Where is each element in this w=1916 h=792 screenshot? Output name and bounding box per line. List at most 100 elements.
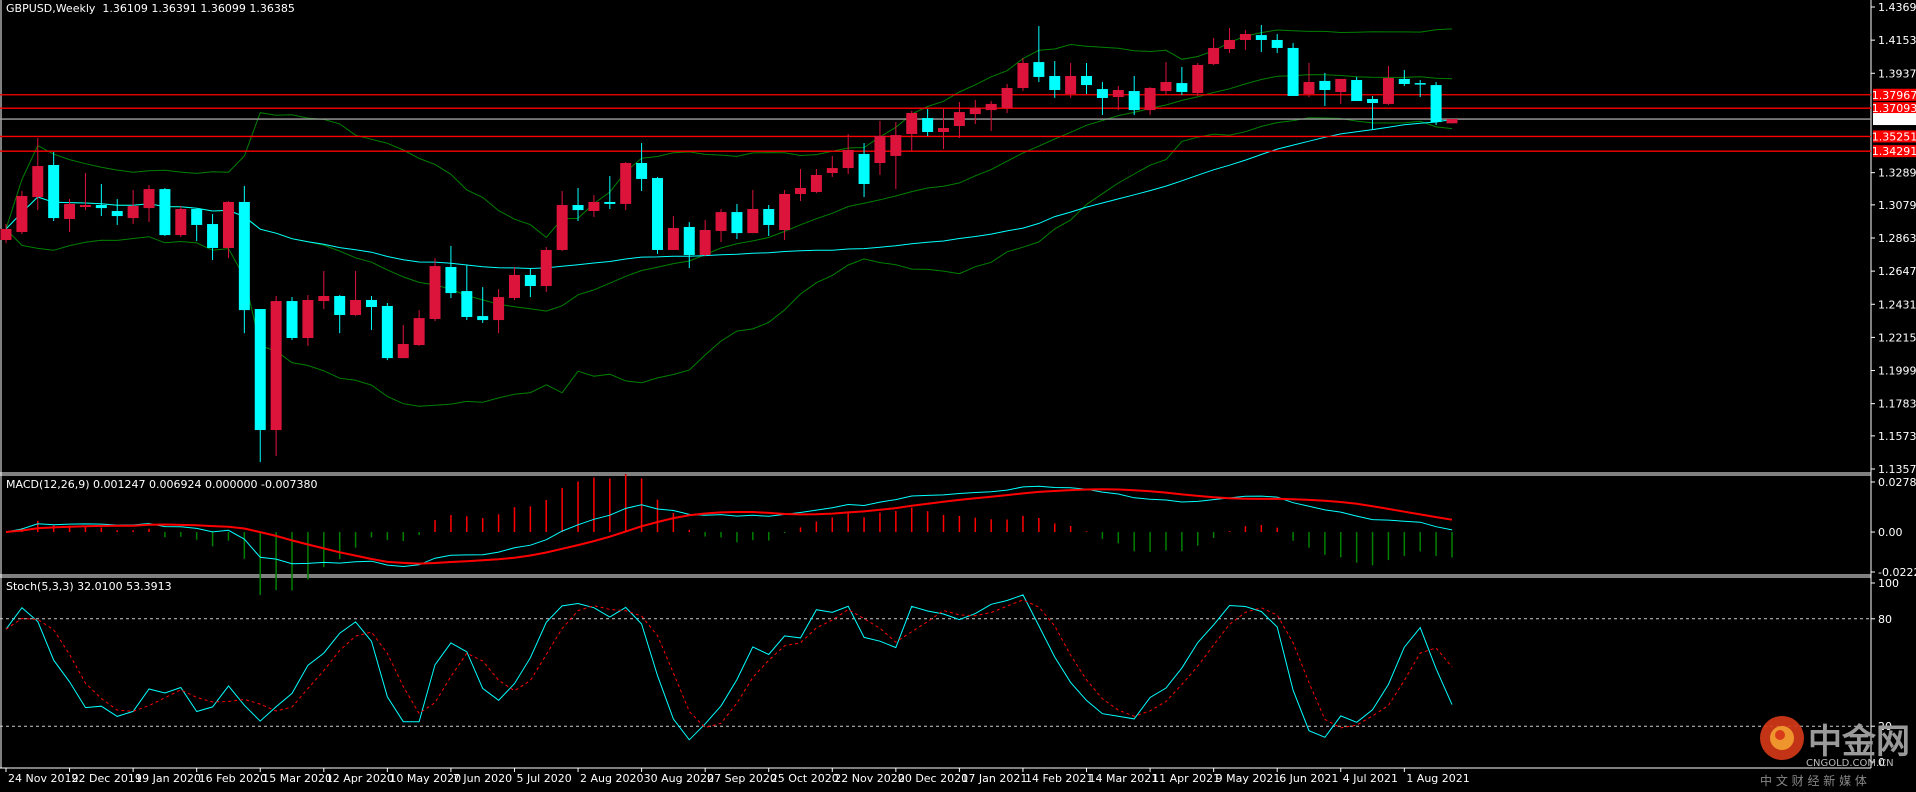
- macd-tick-label: 0.027803: [1878, 476, 1916, 489]
- candle-body: [1001, 87, 1013, 109]
- price-tick-label: 1.22150: [1878, 331, 1916, 344]
- candle-body: [779, 193, 791, 231]
- candle-body: [143, 189, 155, 209]
- candle-body: [1446, 119, 1458, 124]
- candle-bullish: [16, 191, 28, 235]
- candle-body: [381, 305, 393, 359]
- price-tick-label: 1.26470: [1878, 265, 1916, 278]
- stoch-label: Stoch(5,3,3) 32.0100 53.3913: [6, 580, 172, 593]
- candle-body: [0, 228, 12, 240]
- candle-body: [1224, 39, 1236, 50]
- price-tick-label: 1.43690: [1878, 1, 1916, 14]
- candle-body: [1287, 47, 1299, 96]
- candle-body: [715, 212, 727, 231]
- time-tick-label: 16 Feb 2020: [199, 772, 267, 785]
- price-tick-label: 1.24310: [1878, 298, 1916, 311]
- price-tick-label: 1.15730: [1878, 430, 1916, 443]
- candle-body: [842, 149, 854, 169]
- candle-body: [1414, 83, 1426, 85]
- time-tick-label: 12 Apr 2020: [326, 772, 394, 785]
- candle-body: [429, 266, 441, 319]
- candle-body: [620, 162, 632, 204]
- candle-body: [572, 205, 584, 211]
- candle-body: [1192, 64, 1204, 94]
- level-price-label: 1.34291: [1872, 145, 1916, 158]
- candle-bullish: [1192, 62, 1204, 96]
- candle-body: [810, 174, 822, 192]
- level-price-label: 1.36385: [1872, 113, 1916, 126]
- candle-body: [588, 201, 600, 212]
- candle-body: [95, 205, 107, 209]
- candle-bearish: [381, 303, 393, 361]
- candle-body: [604, 201, 616, 204]
- time-tick-label: 2 Aug 2020: [580, 772, 643, 785]
- candle-body: [1367, 99, 1379, 104]
- candle-body: [906, 112, 918, 135]
- candle-body: [747, 209, 759, 234]
- candle-body: [763, 209, 775, 225]
- candle-body: [636, 162, 648, 179]
- candle-body: [1065, 76, 1077, 94]
- candle-body: [365, 299, 377, 308]
- candle-bullish: [1017, 58, 1029, 92]
- candle-body: [16, 195, 28, 233]
- macd-tick-label: 0.00: [1878, 526, 1903, 539]
- price-tick-label: 1.19990: [1878, 365, 1916, 378]
- candle-body: [334, 295, 346, 315]
- time-tick-label: 10 May 2020: [389, 772, 461, 785]
- candle-body: [858, 153, 870, 185]
- candle-body: [1208, 47, 1220, 65]
- candle-body: [64, 203, 76, 219]
- candle-body: [1319, 80, 1331, 90]
- candle-bullish: [620, 162, 632, 211]
- candle-body: [795, 187, 806, 194]
- price-tick-label: 1.32890: [1878, 167, 1916, 180]
- candle-body: [270, 301, 282, 431]
- candle-body: [1398, 78, 1410, 84]
- candle-body: [1239, 33, 1251, 40]
- candle-body: [207, 224, 219, 248]
- candle-body: [890, 135, 902, 156]
- candle-body: [1033, 62, 1045, 77]
- candle-body: [524, 274, 536, 287]
- time-tick-label: 6 Jun 2021: [1279, 772, 1338, 785]
- candle-body: [540, 249, 552, 287]
- candle-body: [445, 266, 457, 294]
- candle-body: [1351, 80, 1363, 102]
- time-tick-label: 14 Feb 2021: [1025, 772, 1093, 785]
- level-price-label: 1.35251: [1872, 130, 1916, 143]
- candle-body: [302, 299, 314, 339]
- candle-body: [985, 103, 997, 111]
- candle-body: [318, 295, 330, 302]
- candle-body: [667, 228, 679, 250]
- candle-body: [683, 226, 695, 256]
- time-tick-label: 1 Aug 2021: [1406, 772, 1469, 785]
- candle-body: [222, 201, 234, 248]
- candle-body: [556, 205, 568, 250]
- time-tick-label: 24 Nov 2019: [8, 772, 78, 785]
- candle-bullish: [175, 205, 187, 238]
- time-tick-label: 25 Oct 2020: [771, 772, 839, 785]
- candle-body: [1303, 82, 1315, 94]
- candle-body: [1271, 39, 1283, 48]
- stoch-tick-label: 80: [1878, 613, 1892, 626]
- candle-body: [938, 128, 950, 133]
- price-tick-label: 1.39370: [1878, 67, 1916, 80]
- price-tick-label: 1.13570: [1878, 463, 1916, 476]
- logo-site: CNGOLD.COM.CN: [1806, 758, 1894, 769]
- candle-body: [175, 209, 187, 236]
- price-tick-label: 1.41530: [1878, 34, 1916, 47]
- candle-bullish: [1446, 118, 1458, 124]
- logo-name: 中金网: [1808, 722, 1910, 762]
- candle-bullish: [429, 258, 441, 321]
- candle-body: [1255, 35, 1267, 40]
- time-tick-label: 22 Dec 2019: [72, 772, 142, 785]
- symbol-label: GBPUSD,Weekly: [6, 2, 96, 15]
- candle-body: [826, 168, 838, 173]
- time-tick-label: 14 Mar 2021: [1089, 772, 1159, 785]
- time-tick-label: 17 Jan 2021: [961, 772, 1027, 785]
- time-tick-label: 9 May 2021: [1216, 772, 1281, 785]
- candle-bearish: [286, 297, 298, 341]
- time-tick-label: 5 Jul 2020: [516, 772, 571, 785]
- time-tick-label: 4 Jul 2021: [1343, 772, 1398, 785]
